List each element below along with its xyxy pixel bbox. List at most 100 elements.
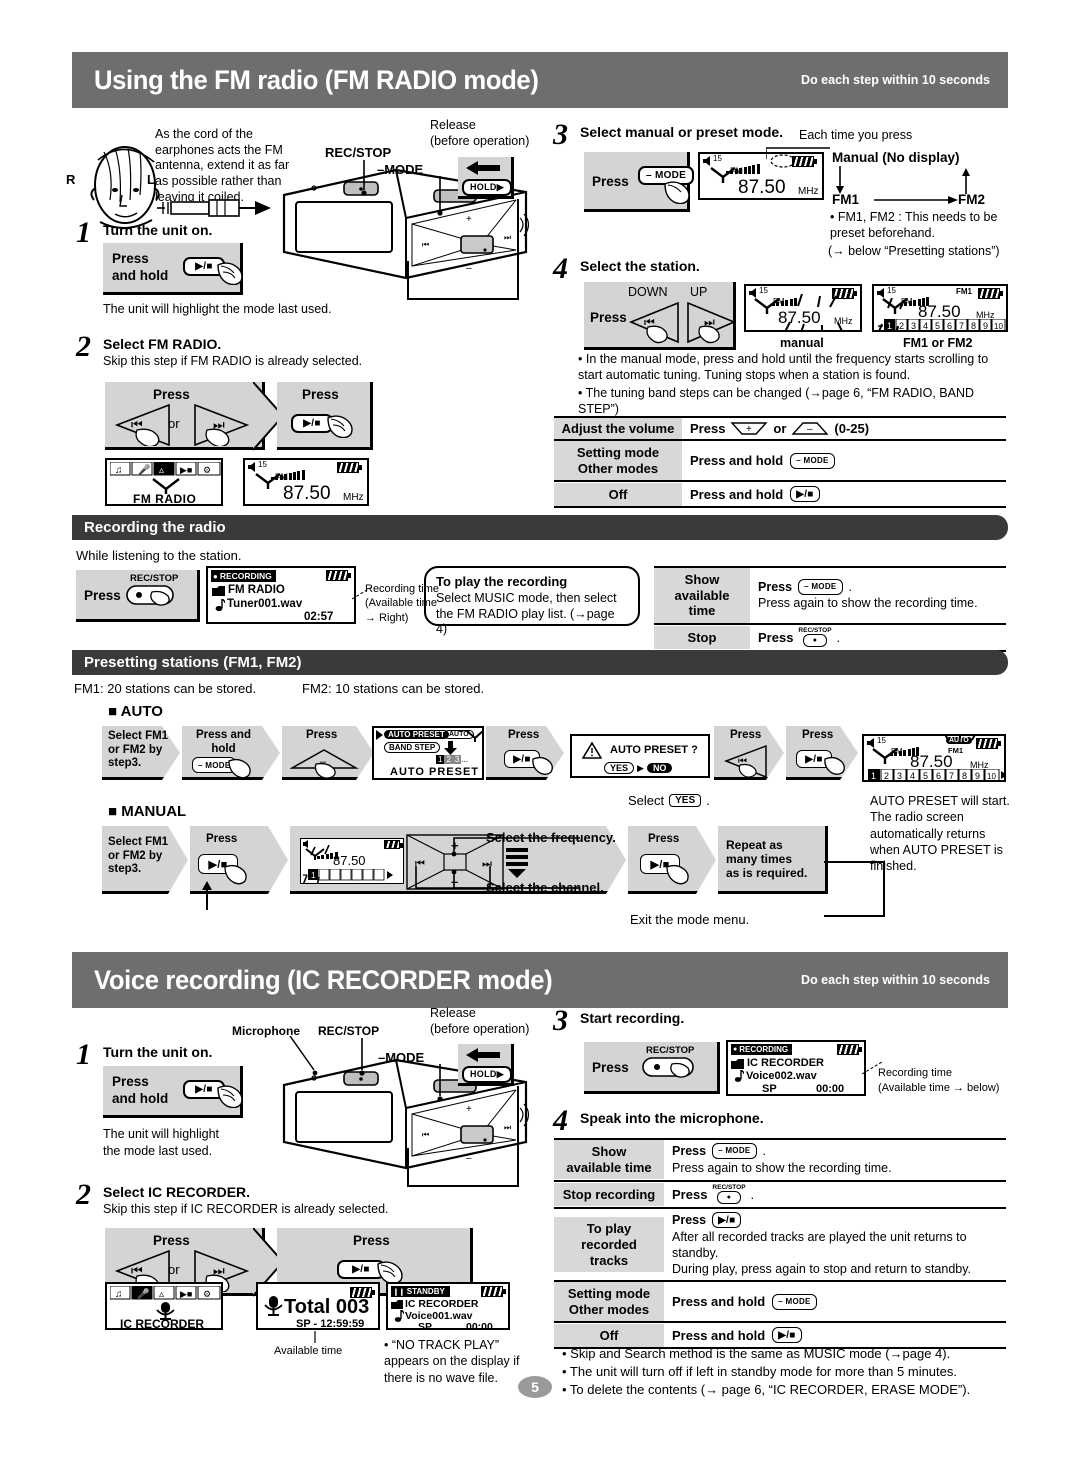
fm-ops-value-setting: Press and hold – MODE xyxy=(682,449,1006,473)
play-stop-button-icon-2[interactable]: ▶/■ xyxy=(712,1212,742,1229)
lcd-mode-menu-fm: ♫ 🎤 ▵ ▶■ ⚙ FM RADIO xyxy=(105,458,223,506)
arrow-left-icon-2 xyxy=(466,1048,500,1062)
lcd-auto-preset-confirm: AUTO PRESET ? YES ▶ NO xyxy=(570,734,710,778)
voice-ops-key-setting: Setting mode Other modes xyxy=(554,1282,664,1322)
lcd-standby-status: ❙❙ STANDBY xyxy=(391,1286,450,1297)
manual-heading: ■ MANUAL xyxy=(108,803,187,820)
lcd-yes-option[interactable]: YES xyxy=(604,762,635,774)
lcd-standby-sp: SP xyxy=(418,1321,433,1330)
lcd-standby-time: 00:00 xyxy=(466,1321,493,1330)
fm-step2-title: Select FM RADIO. xyxy=(103,336,222,352)
play-stop-button-icon[interactable]: ▶/■ xyxy=(790,486,820,503)
voice-ops-press-showtime: Press xyxy=(672,1144,707,1158)
lcd-fm1-indicator: FM1 xyxy=(956,287,972,296)
mode-button-icon-4[interactable]: – MODE xyxy=(772,1293,817,1310)
manual-step1-label: Select FM1 or FM2 by step3. xyxy=(108,836,169,876)
rec-stop-key-icon[interactable]: REC/STOP ● xyxy=(798,627,832,648)
voice-ops-press-off: Press and hold xyxy=(672,1327,766,1343)
voice-ops-press-stoprec: Press xyxy=(672,1187,708,1202)
prev-triangle-icon-2[interactable]: ⏮ xyxy=(628,302,682,344)
ear-label-left: L xyxy=(147,172,155,187)
hold-button-voice[interactable]: HOLD▶ xyxy=(462,1066,512,1083)
select-channel-label: Select the channel. xyxy=(486,880,604,895)
lcd-total-sp: SP - 12:59:59 xyxy=(296,1318,365,1330)
rec-stop-button-voice[interactable] xyxy=(642,1057,712,1087)
lcd-band-auto: FM xyxy=(891,747,903,756)
arrow-left-icon xyxy=(466,161,500,175)
voice-ops-table: Show available time Press – MODE . Press… xyxy=(554,1138,1006,1350)
fm-step4-bullet1: • In the manual mode, press and hold unt… xyxy=(578,352,989,382)
manual-step5-label: Repeat as many times as is required. xyxy=(726,838,808,881)
rec-stop-key-icon-2[interactable]: REC/STOP ● xyxy=(712,1184,746,1205)
fm-ops-or: or xyxy=(773,421,787,436)
release-label: Release (before operation) xyxy=(430,118,530,148)
table-row: Show available time Press – MODE . Press… xyxy=(654,566,1006,625)
select-yes-caption: Select YES . xyxy=(628,793,710,808)
battery-icon-9 xyxy=(481,1286,506,1297)
down-label: DOWN xyxy=(628,285,668,299)
fm-step3-bullet: • FM1, FM2 : This needs to be preset bef… xyxy=(830,210,998,240)
fm-ops-key-volume: Adjust the volume xyxy=(554,418,682,439)
volume-down-key-icon[interactable]: – xyxy=(791,421,830,436)
recording-ops-value-stop: Press REC/STOP ● . xyxy=(750,625,1006,651)
recording-subsection-bar: Recording the radio xyxy=(72,515,1008,540)
svg-text:🎤: 🎤 xyxy=(137,1287,150,1300)
yes-key[interactable]: YES xyxy=(669,794,702,807)
lcd-frequency-fm: 87.50 xyxy=(283,483,331,504)
preset-number-strip-2: 1 2 3 4 5 6 7 8 9 10 xyxy=(868,769,1004,780)
mode-button-icon-3[interactable]: – MODE xyxy=(712,1143,757,1160)
table-row: Show available time Press – MODE . Press… xyxy=(554,1138,1006,1182)
lcd-recording-voice-sp: SP xyxy=(762,1083,777,1095)
fm-step3-press-label: Press xyxy=(592,174,629,189)
lcd-standby-line2: Voice001.wav xyxy=(405,1310,473,1322)
voice-ops-value-play: Press ▶/■ After all recorded tracks are … xyxy=(664,1209,1006,1280)
table-row: To play recorded tracks Press ▶/■ After … xyxy=(554,1209,1006,1283)
next-triangle-icon-2[interactable]: ⏭ xyxy=(684,302,738,344)
lcd-auto-preset-result: 15 AUTO FM1 FM 87.50 MHz 1 2 3 4 5 6 7 8… xyxy=(862,734,1006,782)
note-icon-2 xyxy=(394,1310,404,1322)
auto-step8-label: Press xyxy=(802,729,834,741)
mode-button-icon[interactable]: – MODE xyxy=(790,452,835,469)
hold-button[interactable]: HOLD▶ xyxy=(462,179,512,196)
select-frequency-label: Select the frequency. xyxy=(486,830,616,845)
prev-triangle-icon-3[interactable]: ⏮ xyxy=(722,745,770,779)
voice-ops-value-off: Press and hold ▶/■ xyxy=(664,1323,1006,1347)
svg-text:♫: ♫ xyxy=(115,1289,123,1300)
voice-bullet-3: • To delete the contents (→ page 6, “IC … xyxy=(562,1381,971,1397)
speaker-icon-5 xyxy=(867,738,874,748)
voice-ops-press-play: Press xyxy=(672,1213,707,1228)
hand-pointer-icon-9 xyxy=(217,1085,243,1108)
play-stop-button-icon-3[interactable]: ▶/■ xyxy=(772,1327,802,1344)
down-arrow-icon xyxy=(444,741,457,755)
voice-ops-period-2: . xyxy=(750,1187,755,1202)
recording-ops-value-showtime: Press – MODE . Press again to show the r… xyxy=(750,576,1006,616)
note-icon xyxy=(215,599,225,612)
volume-up-key-icon[interactable]: + xyxy=(730,421,769,436)
lcd-volume-preset: 15 xyxy=(887,286,896,295)
voice-step2-sub: Skip this step if IC RECORDER is already… xyxy=(103,1202,389,1216)
next-triangle-icon[interactable]: ⏭ xyxy=(189,404,251,446)
voice-bullet-1: • Skip and Search method is the same as … xyxy=(562,1346,951,1361)
lcd-recording-voice-line2: Voice002.wav xyxy=(746,1070,817,1082)
auto-step1-label: Select FM1 or FM2 by step3. xyxy=(108,730,169,770)
lcd-total-label: Total 003 xyxy=(284,1296,370,1318)
voice-step1-press-box: Press and hold ▶/■ xyxy=(103,1066,243,1118)
mode-button-icon-2[interactable]: – MODE xyxy=(798,578,843,595)
lcd-no-option[interactable]: NO xyxy=(646,763,673,773)
volume-down-key-icon-2[interactable]: – xyxy=(290,748,360,778)
lcd-recording-fm: ● RECORDING FM RADIO Tuner001.wav 02:57 xyxy=(206,566,356,624)
note-icon-3 xyxy=(734,1070,744,1082)
voice-ops-value-showtime: Press – MODE . Press again to show the r… xyxy=(664,1140,1006,1180)
rec-stop-label: REC/STOP xyxy=(130,573,179,584)
lcd-unit-fm: MHz xyxy=(343,492,364,503)
lcd-recording-voice: ● RECORDING IC RECORDER Voice002.wav SP 0… xyxy=(726,1040,866,1096)
fm-step3-press-box: Press – MODE xyxy=(584,152,695,212)
rec-stop-button[interactable] xyxy=(126,585,188,615)
lcd-volume-fm-mode: 15 xyxy=(713,154,722,163)
lcd-recording-status: ● RECORDING xyxy=(211,570,276,582)
prev-triangle-icon[interactable]: ⏮ xyxy=(113,404,175,446)
voice-ops-key-play: To play recorded tracks xyxy=(554,1217,664,1273)
auto-step3-label: Press xyxy=(306,729,338,741)
select-yes-label: Select xyxy=(628,793,665,808)
fm-step3-bullet2: (→ below “Presetting stations”) xyxy=(828,244,1000,258)
